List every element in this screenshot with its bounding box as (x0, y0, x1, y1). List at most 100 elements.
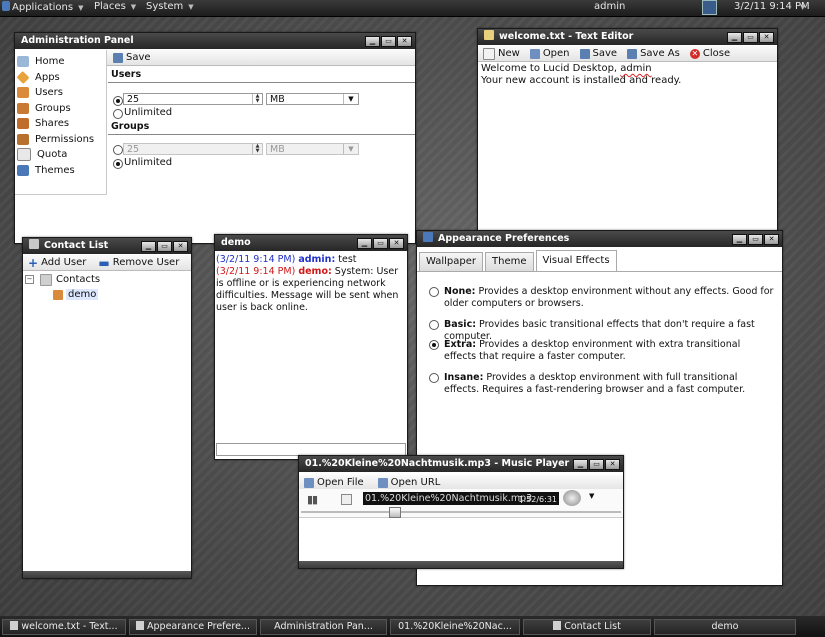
music-titlebar[interactable]: 01.%20Kleine%20Nachtmusik.mp3 - Music Pl… (299, 456, 623, 472)
task-text-editor[interactable]: welcome.txt - Text... (2, 619, 126, 635)
task-contact-list[interactable]: Contact List (523, 619, 651, 635)
chat-titlebar[interactable]: demo ▁ ▭ ✕ (215, 235, 407, 251)
remove-user-button[interactable]: ▬ Remove User (98, 256, 179, 270)
contact-titlebar[interactable]: Contact List ▁ ▭ ✕ (23, 238, 191, 254)
paint-icon (136, 621, 145, 630)
insane-radio[interactable] (429, 373, 439, 383)
new-button[interactable]: New (483, 47, 520, 60)
task-music-player[interactable]: 01.%20Kleine%20Nac... (390, 619, 520, 635)
top-panel: Applications ▼ Places ▼ System ▼ admin 3/2/… (0, 0, 825, 17)
applications-menu[interactable]: Applications ▼ (2, 1, 83, 13)
volume-dropdown-icon[interactable]: ▼ (589, 492, 594, 500)
none-radio[interactable] (429, 287, 439, 297)
places-menu[interactable]: Places ▼ (94, 1, 136, 12)
task-chat-demo[interactable]: demo (654, 619, 796, 635)
open-button[interactable]: Open (529, 48, 570, 59)
minimize-button[interactable]: ▁ (357, 238, 372, 249)
nav-item-quota[interactable]: Quota (15, 147, 106, 163)
nav-item-themes[interactable]: Themes (15, 163, 106, 179)
effect-option-insane[interactable]: Insane: Provides a desktop environment w… (429, 372, 774, 396)
collapse-icon[interactable]: − (25, 275, 34, 284)
seek-handle[interactable] (389, 507, 401, 518)
spinner-arrows-icon[interactable]: ▲ ▼ (252, 144, 262, 154)
stop-button[interactable] (341, 494, 352, 505)
administration-panel-window[interactable]: Administration Panel ▁ ▭ ✕ Save Home Apps … (14, 32, 416, 244)
maximize-button[interactable]: ▭ (157, 241, 172, 252)
maximize-button[interactable]: ▭ (373, 238, 388, 249)
chat-icon (29, 239, 39, 249)
minimize-button[interactable]: ▁ (727, 32, 742, 43)
contact-list-window[interactable]: Contact List ▁ ▭ ✕ + Add User ▬ Remove User … (22, 237, 192, 579)
groups-icon (17, 102, 29, 114)
extra-radio[interactable] (429, 340, 439, 350)
users-unlimited-radio[interactable] (113, 109, 123, 119)
tab-visual-effects[interactable]: Visual Effects (535, 250, 617, 271)
minimize-button[interactable]: ▁ (141, 241, 156, 252)
network-icon[interactable] (702, 0, 717, 18)
effect-option-none[interactable]: None: Provides a desktop environment wit… (429, 286, 774, 310)
apps-icon (16, 70, 30, 84)
task-appearance[interactable]: Appearance Prefere... (129, 619, 257, 635)
seek-bar[interactable] (301, 507, 621, 518)
save-as-button[interactable]: Save As (627, 48, 680, 59)
maximize-button[interactable]: ▭ (743, 32, 758, 43)
groups-unlimited-radio[interactable] (113, 159, 123, 169)
open-file-button[interactable]: Open File (304, 477, 364, 488)
close-button[interactable]: ✕ (605, 459, 620, 470)
plus-icon: + (28, 255, 39, 270)
close-button[interactable]: ✕ (759, 32, 774, 43)
clock-dropdown-icon[interactable]: ▼ (795, 1, 805, 12)
text-editor-window[interactable]: welcome.txt - Text Editor ▁ ▭ ✕ New Open S… (477, 28, 778, 242)
nav-item-home[interactable]: Home (15, 54, 106, 70)
groups-limit-radio[interactable] (113, 145, 123, 155)
chat-window[interactable]: demo ▁ ▭ ✕ (3/2/11 9:14 PM) admin: test (3… (214, 234, 408, 460)
pencil-icon (484, 30, 494, 40)
nav-item-apps[interactable]: Apps (15, 70, 106, 86)
appearance-tabs: Wallpaper Theme Visual Effects (419, 250, 617, 271)
users-unit-select[interactable]: MB ▼ (266, 93, 359, 105)
close-button[interactable]: ✕ (389, 238, 404, 249)
nav-item-permissions[interactable]: Permissions (15, 132, 106, 148)
spinner-arrows-icon[interactable]: ▲ ▼ (252, 94, 262, 104)
minimize-button[interactable]: ▁ (573, 459, 588, 470)
add-user-button[interactable]: + Add User (28, 256, 86, 270)
admin-main: Users 25 ▲ ▼ MB ▼ Unlimited Groups 25 ▲ ▼ MB ▼… (108, 50, 415, 243)
groups-quota-input[interactable]: 25 ▲ ▼ (123, 143, 263, 155)
save-button[interactable]: Save (579, 48, 617, 59)
effect-option-extra[interactable]: Extra: Provides a desktop environment wi… (429, 339, 774, 363)
chat-log: (3/2/11 9:14 PM) admin: test (3/2/11 9:1… (215, 252, 407, 444)
users-quota-input[interactable]: 25 ▲ ▼ (123, 93, 263, 105)
close-button[interactable]: ✕ (173, 241, 188, 252)
nav-item-shares[interactable]: Shares (15, 116, 106, 132)
close-button[interactable]: ✕ (397, 36, 412, 47)
basic-radio[interactable] (429, 320, 439, 330)
pause-button[interactable]: ▮▮ (307, 493, 318, 506)
close-file-button[interactable]: ✕ Close (689, 48, 730, 59)
tab-theme[interactable]: Theme (485, 252, 534, 271)
editor-titlebar[interactable]: welcome.txt - Text Editor ▁ ▭ ✕ (478, 29, 777, 45)
maximize-button[interactable]: ▭ (589, 459, 604, 470)
maximize-button[interactable]: ▭ (748, 234, 763, 245)
contact-item[interactable]: demo (25, 287, 100, 302)
nav-item-groups[interactable]: Groups (15, 101, 106, 117)
maximize-button[interactable]: ▭ (381, 36, 396, 47)
groups-unit-select[interactable]: MB ▼ (266, 143, 359, 155)
users-limit-radio[interactable] (113, 96, 123, 106)
music-player-window[interactable]: 01.%20Kleine%20Nachtmusik.mp3 - Music Pl… (298, 455, 624, 569)
tab-wallpaper[interactable]: Wallpaper (419, 252, 484, 271)
foot-icon (2, 1, 10, 11)
user-name[interactable]: admin (594, 1, 625, 12)
admin-titlebar[interactable]: Administration Panel ▁ ▭ ✕ (15, 33, 415, 49)
minimize-button[interactable]: ▁ (732, 234, 747, 245)
nav-item-users[interactable]: Users (15, 85, 106, 101)
volume-icon[interactable] (563, 490, 581, 506)
open-url-button[interactable]: Open URL (377, 477, 440, 488)
editor-textarea[interactable]: Welcome to Lucid Desktop, admin Your new… (478, 62, 777, 241)
player-controls: ▮▮ 01.%20Kleine%20Nachtmusik.mp3 1:52/6:3… (299, 489, 623, 518)
close-button[interactable]: ✕ (764, 234, 779, 245)
minimize-button[interactable]: ▁ (365, 36, 380, 47)
task-admin-panel[interactable]: Administration Pan... (260, 619, 387, 635)
system-menu[interactable]: System ▼ (146, 1, 194, 12)
appearance-titlebar[interactable]: Appearance Preferences ▁ ▭ ✕ (417, 231, 782, 247)
contacts-group[interactable]: − Contacts (25, 272, 100, 287)
